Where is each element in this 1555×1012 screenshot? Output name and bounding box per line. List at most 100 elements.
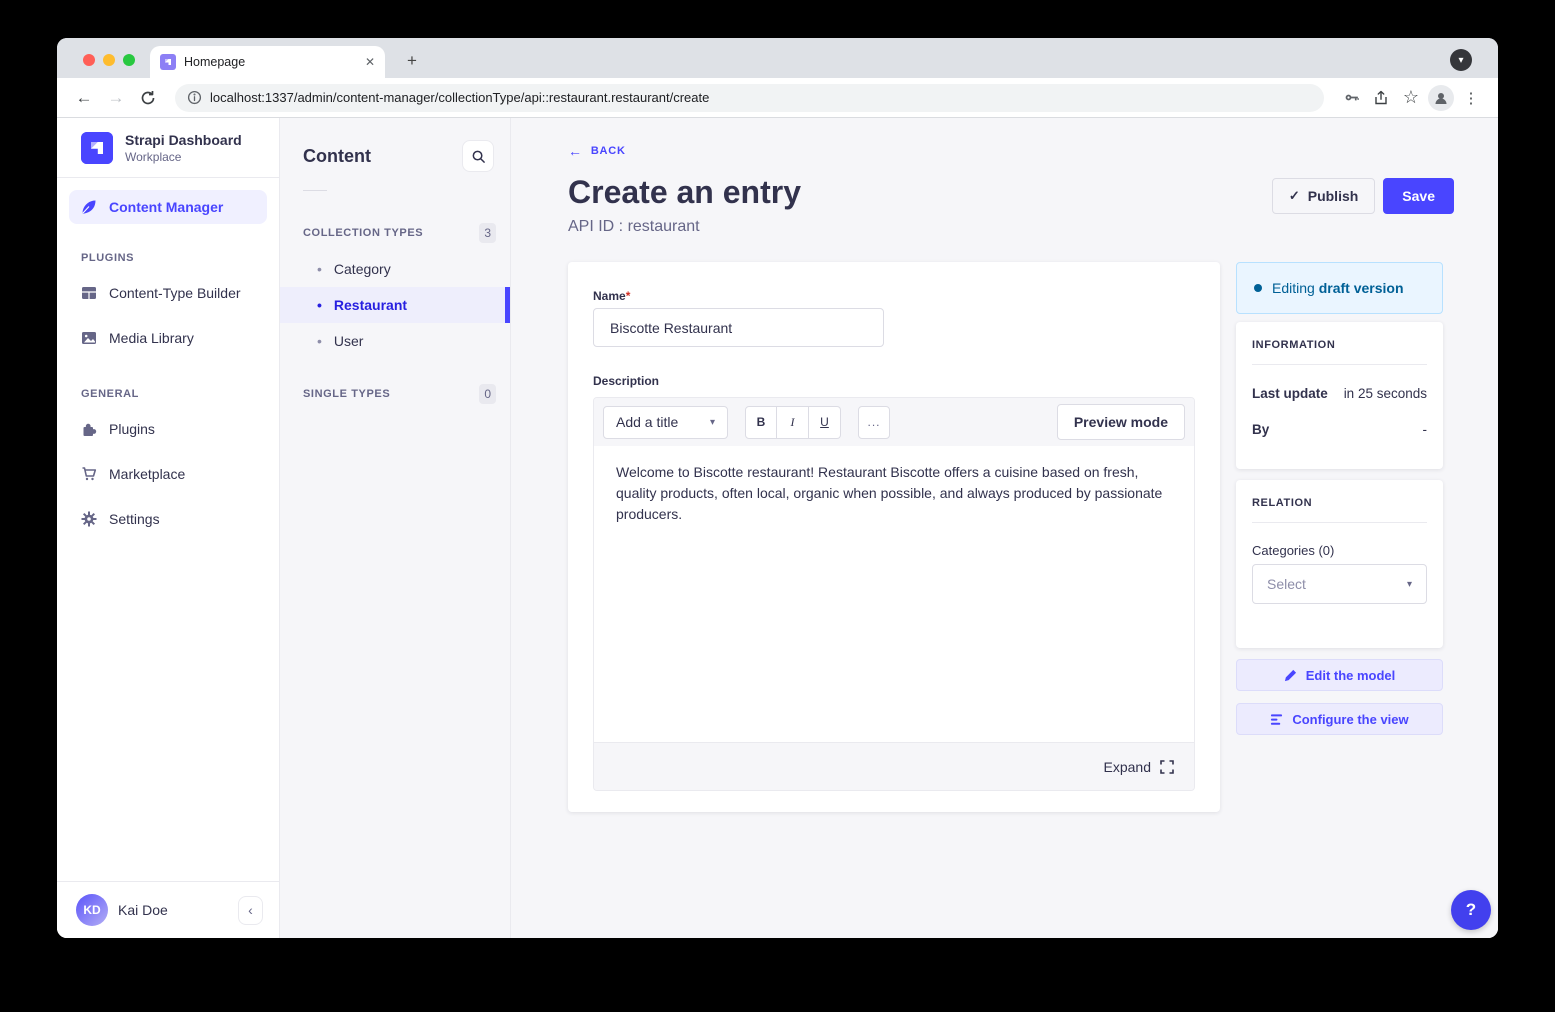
editor-footer: Expand	[594, 742, 1194, 790]
sidebar-item-label: Marketplace	[109, 466, 185, 482]
browser-back-button[interactable]: ←	[71, 85, 97, 111]
information-card: INFORMATION Last update in 25 seconds By…	[1236, 322, 1443, 469]
settings-gear-icon	[81, 511, 97, 527]
sidebar-item-marketplace[interactable]: Marketplace	[57, 451, 279, 496]
sidebar-item-content-manager[interactable]: Content Manager	[69, 190, 267, 224]
page-title: Create an entry	[568, 175, 801, 210]
by-value: -	[1423, 422, 1428, 437]
edit-model-button[interactable]: Edit the model	[1236, 659, 1443, 691]
share-icon[interactable]	[1368, 85, 1394, 111]
name-input[interactable]	[593, 308, 884, 347]
draft-dot-icon	[1254, 284, 1262, 292]
subnav-item-label: User	[334, 333, 364, 349]
bullet-icon: •	[317, 261, 322, 277]
subnav-divider	[303, 190, 327, 191]
maximize-window-button[interactable]	[123, 54, 135, 66]
save-button[interactable]: Save	[1383, 178, 1454, 214]
bullet-icon: •	[317, 297, 322, 313]
browser-update-icon[interactable]: ▾	[1450, 49, 1472, 71]
sidebar-spacer	[57, 541, 279, 881]
subnav-item-restaurant[interactable]: • Restaurant	[280, 287, 510, 323]
strapi-favicon-icon	[160, 54, 176, 70]
expand-icon[interactable]	[1160, 760, 1174, 774]
browser-forward-button[interactable]: →	[103, 85, 129, 111]
editor-toolbar: Add a title ▾ B I U ... Prev	[594, 398, 1194, 446]
workspace-subtitle: Workplace	[125, 150, 242, 164]
bold-button[interactable]: B	[745, 406, 777, 439]
browser-tab[interactable]: Homepage ✕	[150, 46, 385, 78]
browser-profile-avatar[interactable]	[1428, 85, 1454, 111]
workspace-title: Strapi Dashboard	[125, 132, 242, 150]
address-bar[interactable]: localhost:1337/admin/content-manager/col…	[175, 84, 1324, 112]
marketplace-cart-icon	[81, 466, 97, 482]
italic-button[interactable]: I	[777, 406, 809, 439]
check-icon: ✓	[1289, 188, 1300, 204]
more-formats-button[interactable]: ...	[858, 406, 890, 439]
rich-text-editor: Add a title ▾ B I U ... Prev	[593, 397, 1195, 791]
publish-button[interactable]: ✓ Publish	[1272, 178, 1375, 214]
caret-down-icon: ▾	[710, 417, 715, 428]
tab-title: Homepage	[184, 55, 357, 69]
window-controls	[83, 54, 135, 66]
required-asterisk: *	[626, 289, 631, 303]
brand[interactable]: Strapi Dashboard Workplace	[57, 118, 279, 177]
content-subnav: Content COLLECTION TYPES 3 • Category • …	[280, 118, 511, 938]
close-window-button[interactable]	[83, 54, 95, 66]
subnav-item-user[interactable]: • User	[280, 323, 510, 359]
single-types-count-badge: 0	[479, 384, 496, 404]
preview-mode-button[interactable]: Preview mode	[1057, 404, 1185, 440]
sidebar-item-label: Settings	[109, 511, 160, 527]
by-label: By	[1252, 422, 1269, 437]
browser-menu-icon[interactable]: ⋮	[1458, 85, 1484, 111]
configure-view-button[interactable]: Configure the view	[1236, 703, 1443, 735]
browser-toolbar: ← → localhost:1337/admin/content-manager…	[57, 78, 1498, 118]
subnav-header: Content	[280, 118, 510, 172]
browser-tab-strip: Homepage ✕ + ▾	[57, 38, 1498, 78]
brand-text: Strapi Dashboard Workplace	[125, 132, 242, 164]
content-manager-icon	[81, 199, 97, 215]
draft-status-badge: Editing draft version	[1236, 262, 1443, 314]
bookmark-star-icon[interactable]: ☆	[1398, 85, 1424, 111]
api-id-subtitle: API ID : restaurant	[568, 218, 801, 236]
subnav-title: Content	[303, 146, 371, 167]
tab-close-icon[interactable]: ✕	[365, 55, 375, 69]
plugins-puzzle-icon	[81, 421, 97, 437]
new-tab-button[interactable]: +	[399, 48, 425, 74]
last-update-label: Last update	[1252, 386, 1328, 401]
url-text: localhost:1337/admin/content-manager/col…	[210, 90, 709, 105]
sidebar-item-settings[interactable]: Settings	[57, 496, 279, 541]
password-key-icon[interactable]	[1338, 85, 1364, 111]
sidebar-item-plugins[interactable]: Plugins	[57, 406, 279, 451]
bullet-icon: •	[317, 333, 322, 349]
relation-card: RELATION Categories (0) Select ▾	[1236, 480, 1443, 648]
information-label: INFORMATION	[1252, 339, 1427, 351]
site-info-icon[interactable]	[187, 90, 202, 105]
collapse-sidebar-button[interactable]: ‹	[238, 896, 263, 925]
format-button-group: B I U	[745, 406, 841, 439]
back-arrow-icon: ←	[568, 143, 583, 159]
minimize-window-button[interactable]	[103, 54, 115, 66]
title-row: Create an entry API ID : restaurant ✓ Pu…	[568, 175, 1454, 236]
edit-model-label: Edit the model	[1306, 668, 1396, 683]
sidebar-item-label: Plugins	[109, 421, 155, 437]
subnav-item-category[interactable]: • Category	[280, 251, 510, 287]
description-field-label: Description	[593, 374, 1195, 388]
underline-button[interactable]: U	[809, 406, 841, 439]
sidebar-item-content-type-builder[interactable]: Content-Type Builder	[57, 270, 279, 315]
categories-select[interactable]: Select ▾	[1252, 564, 1427, 604]
search-button[interactable]	[462, 140, 494, 172]
user-avatar[interactable]: KD	[76, 894, 108, 926]
group-label: SINGLE TYPES	[303, 388, 390, 400]
strapi-app: Strapi Dashboard Workplace Content Manag…	[57, 118, 1498, 938]
title-style-dropdown[interactable]: Add a title ▾	[603, 406, 728, 439]
browser-reload-button[interactable]	[135, 85, 161, 111]
desktop-background: Homepage ✕ + ▾ ← → localhost:1337/admin/…	[0, 0, 1555, 1012]
sidebar-item-media-library[interactable]: Media Library	[57, 315, 279, 360]
back-link[interactable]: ← BACK	[568, 143, 626, 159]
browser-window: Homepage ✕ + ▾ ← → localhost:1337/admin/…	[57, 38, 1498, 938]
description-textarea[interactable]: Welcome to Biscotte restaurant! Restaura…	[594, 446, 1194, 742]
sidebar-item-label: Media Library	[109, 330, 194, 346]
expand-button[interactable]: Expand	[1104, 759, 1151, 775]
help-button[interactable]: ?	[1451, 890, 1491, 930]
sidebar-divider	[57, 177, 279, 178]
